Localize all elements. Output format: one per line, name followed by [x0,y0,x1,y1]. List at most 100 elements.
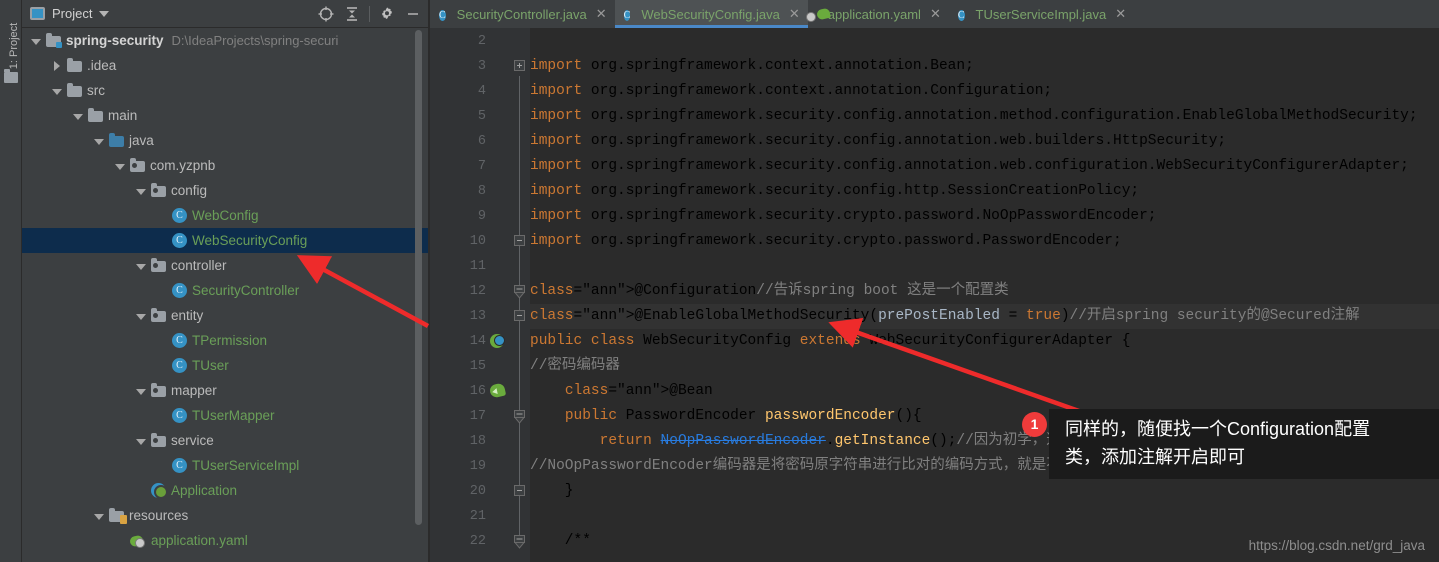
code-line[interactable]: import org.springframework.security.conf… [530,104,1418,129]
tree-node-websecurityconfig[interactable]: C WebSecurityConfig [22,228,430,253]
settings-button[interactable] [374,2,400,26]
fold-region-handle[interactable] [513,409,526,424]
chevron-down-icon[interactable] [93,135,105,147]
code-editor[interactable]: 2 3 import org.springframework.context.ann… [430,28,1439,562]
fold-region-handle[interactable] [513,534,526,549]
line-number: 18 [469,434,486,449]
tree-node-label: TUserServiceImpl [192,458,300,473]
code-line[interactable]: //NoOpPasswordEncoder编码器是将密码原字符串进行比对的编码方… [530,454,1162,479]
tree-node-resources[interactable]: resources [22,503,430,528]
java-class-icon: C [172,333,187,348]
project-tree-scrollbar[interactable] [415,30,422,525]
tree-node-webconfig[interactable]: C WebConfig [22,203,430,228]
chevron-down-icon[interactable] [51,85,63,97]
source-folder-icon [109,133,124,147]
tree-node-application[interactable]: Application [22,478,430,503]
close-icon[interactable]: ✕ [789,6,800,22]
editor-tab-websecurityconfig-java[interactable]: C WebSecurityConfig.java ✕ [614,0,808,28]
tree-node-label: main [108,108,138,123]
tree-node-tpermission[interactable]: C TPermission [22,328,430,353]
close-icon[interactable]: ✕ [596,6,607,22]
tree-node-java[interactable]: java [22,128,430,153]
locate-button[interactable] [313,2,339,26]
tree-node-config[interactable]: config [22,178,430,203]
spring-boot-app-icon [151,483,168,499]
code-line[interactable]: /** [530,529,591,554]
chevron-down-icon[interactable] [135,260,147,272]
tree-node-tuserserviceimpl[interactable]: C TUserServiceImpl [22,453,430,478]
close-icon[interactable]: ✕ [930,6,941,22]
editor-tab-application-yaml[interactable]: application.yaml ✕ [808,0,949,28]
tree-node-label: mapper [171,383,217,398]
tree-node-label: config [171,183,208,198]
tree-node-controller[interactable]: controller [22,253,430,278]
tree-node-label: src [87,83,105,98]
editor-tab-securitycontroller-java[interactable]: C SecurityController.java ✕ [430,0,615,28]
fold-region-handle[interactable] [513,284,526,299]
code-line[interactable]: import org.springframework.context.annot… [530,54,974,79]
chevron-right-icon[interactable] [51,60,63,72]
tree-node-mapper[interactable]: mapper [22,378,430,403]
chevron-down-icon[interactable] [114,160,126,172]
line-number: 3 [477,59,486,74]
expand-fold-icon[interactable] [514,60,525,71]
hide-button[interactable] [400,2,426,26]
tree-node-src[interactable]: src [22,78,430,103]
package-icon [151,383,166,397]
chevron-down-icon[interactable] [135,310,147,322]
package-icon [151,183,166,197]
chevron-down-icon[interactable] [135,385,147,397]
tree-node-main[interactable]: main [22,103,430,128]
code-line[interactable]: return NoOpPasswordEncoder.getInstance()… [530,429,1395,454]
implementing-method-gutter-icon[interactable] [490,334,505,348]
line-number: 5 [477,109,486,124]
code-line[interactable]: } [530,479,574,504]
code-line[interactable]: import org.springframework.context.annot… [530,79,1052,104]
tree-node--idea[interactable]: .idea [22,53,430,78]
code-line[interactable]: import org.springframework.security.cryp… [530,229,1122,254]
tree-node-securitycontroller[interactable]: C SecurityController [22,278,430,303]
code-line[interactable]: class="ann">@Bean [530,379,713,404]
package-icon [151,308,166,322]
chevron-down-icon[interactable] [135,435,147,447]
folder-icon[interactable] [4,69,18,83]
project-tree[interactable]: spring-security D:\IdeaProjects\spring-se… [22,28,430,562]
code-line[interactable]: //密码编码器 [530,354,620,379]
code-line[interactable]: import org.springframework.security.conf… [530,179,1139,204]
chevron-down-icon[interactable] [93,510,105,522]
code-line[interactable]: class="ann">@Configuration//告诉spring boo… [530,279,1009,304]
tree-node-spring-security[interactable]: spring-security D:\IdeaProjects\spring-se… [22,28,430,53]
chevron-down-icon[interactable] [135,185,147,197]
tree-node-tuser[interactable]: C TUser [22,353,430,378]
tree-node-entity[interactable]: entity [22,303,430,328]
code-line[interactable]: import org.springframework.security.conf… [530,129,1226,154]
collapse-fold-icon[interactable] [514,310,525,321]
tree-node-com-yzpnb[interactable]: com.yzpnb [22,153,430,178]
close-icon[interactable]: ✕ [1115,6,1126,22]
editor-tab-label: application.yaml [827,6,921,22]
chevron-down-icon[interactable] [99,10,110,17]
chevron-down-icon[interactable] [30,35,42,47]
chevron-down-icon[interactable] [72,110,84,122]
tree-node-label: TUser [192,358,229,373]
collapse-fold-icon[interactable] [514,485,525,496]
code-line[interactable]: import org.springframework.security.conf… [530,154,1409,179]
code-line[interactable]: import org.springframework.security.cryp… [530,204,1157,229]
tree-node-service[interactable]: service [22,428,430,453]
collapse-fold-icon[interactable] [514,235,525,246]
tree-node-label: com.yzpnb [150,158,216,173]
line-number: 15 [469,359,486,374]
code-line[interactable]: class="ann">@EnableGlobalMethodSecurity(… [530,304,1360,329]
tree-node-tusermapper[interactable]: C TUserMapper [22,403,430,428]
tree-node-application-yaml[interactable]: application.yaml [22,528,430,553]
code-line[interactable]: public class WebSecurityConfig extends W… [530,329,1130,354]
collapse-all-button[interactable] [339,2,365,26]
editor-tab-bar[interactable]: C SecurityController.java ✕ C WebSecurityCon… [430,0,1439,28]
folder-icon [88,108,103,122]
editor-tab-tuserserviceimpl-java[interactable]: C TUserServiceImpl.java ✕ [949,0,1134,28]
code-line[interactable]: public PasswordEncoder passwordEncoder()… [530,404,922,429]
